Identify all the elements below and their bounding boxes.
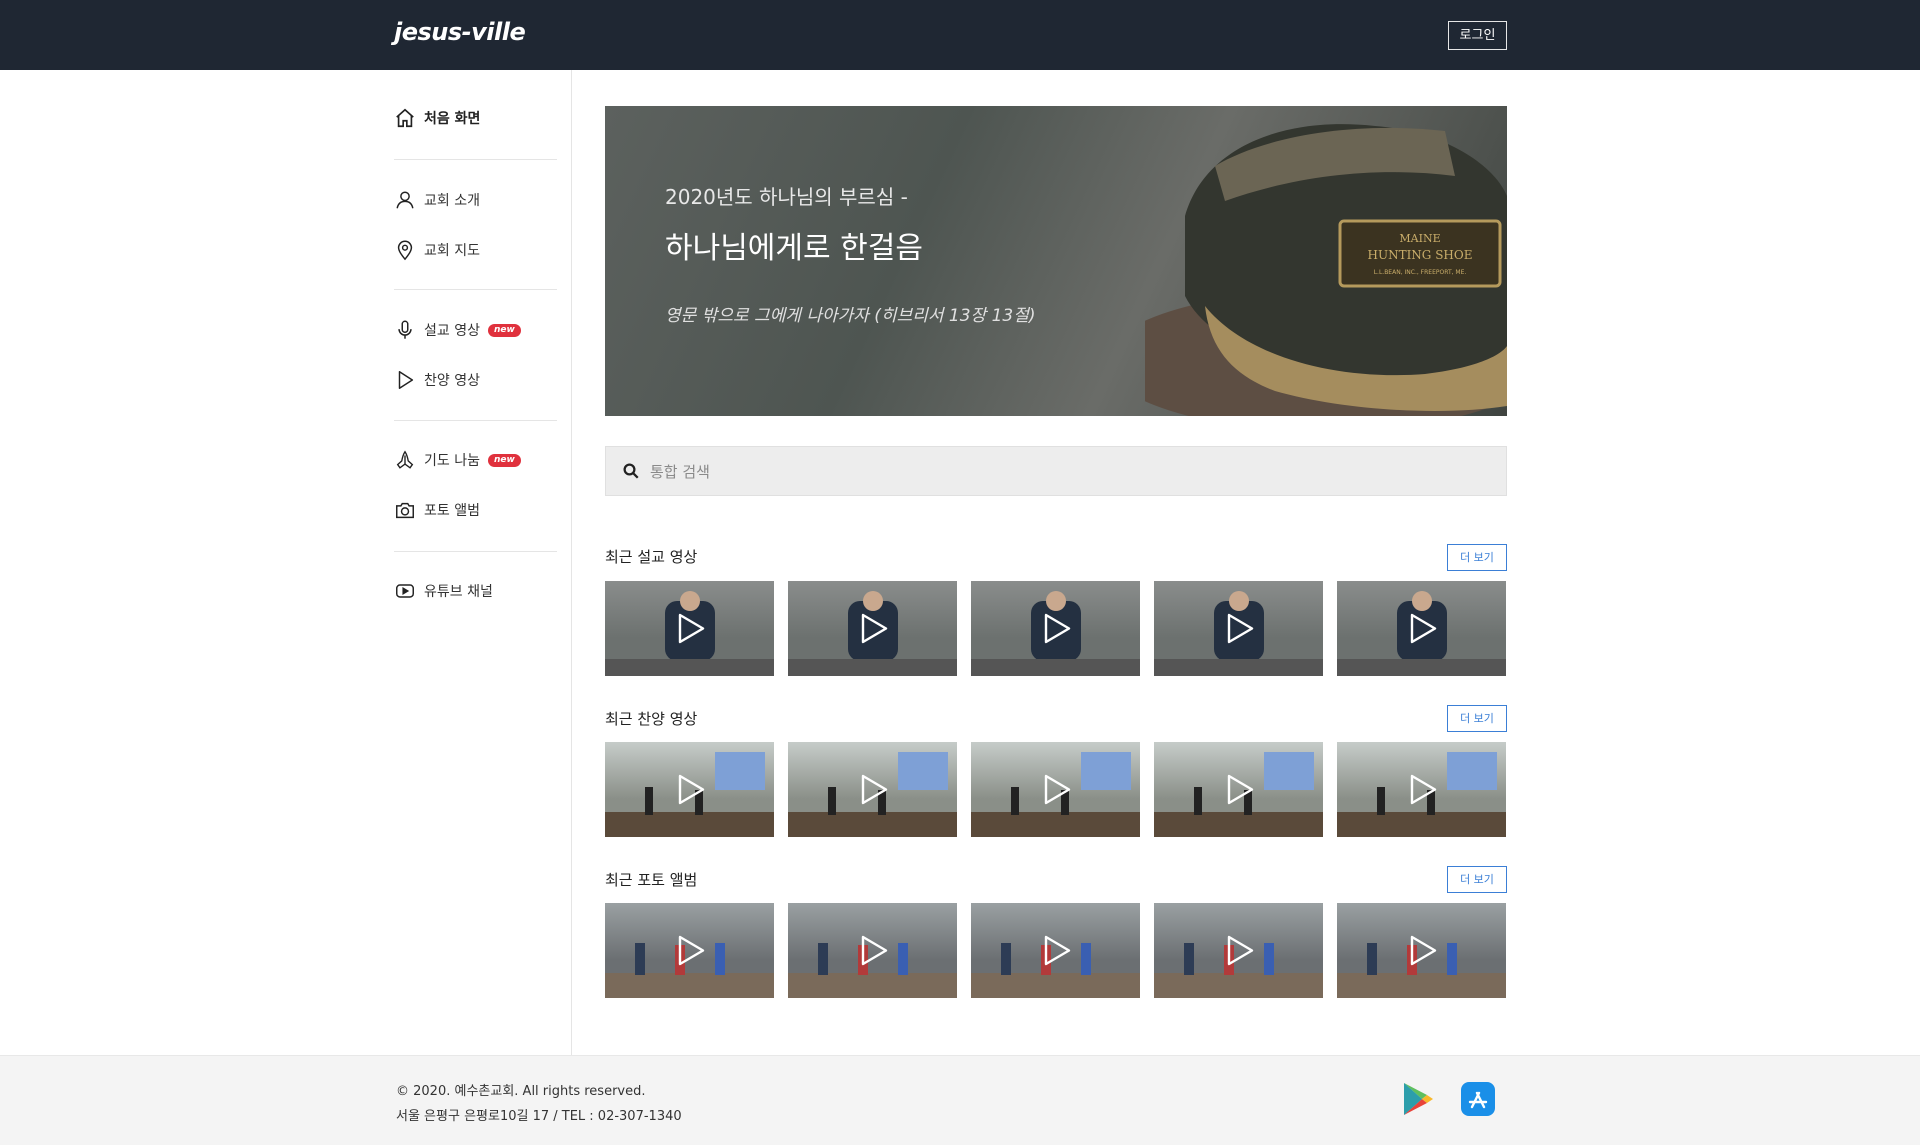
section-title-praise: 최근 찬양 영상	[605, 710, 698, 728]
sidebar-divider	[394, 551, 557, 552]
more-button-photo[interactable]: 더 보기	[1447, 866, 1507, 893]
sidebar-item-label: 교회 소개	[424, 193, 480, 209]
play-icon	[1337, 591, 1506, 676]
search-placeholder: 통합 검색	[650, 462, 710, 481]
sidebar-item-label: 교회 지도	[424, 243, 480, 259]
sidebar: 처음 화면 교회 소개 교회 지도 설교 영상 new 찬양 영상 기도 나눔 …	[394, 70, 572, 1055]
sidebar-item-label: 설교 영상	[424, 323, 480, 339]
play-icon	[788, 591, 957, 676]
home-icon	[394, 107, 416, 129]
play-icon	[788, 935, 957, 998]
more-button-sermon[interactable]: 더 보기	[1447, 544, 1507, 571]
photo-thumbnail[interactable]	[605, 903, 774, 998]
login-button[interactable]: 로그인	[1448, 21, 1507, 50]
play-icon	[1337, 935, 1506, 998]
sermon-thumbnail[interactable]	[971, 581, 1140, 676]
sidebar-item-label: 유튜브 채널	[424, 584, 493, 600]
shoe-label-line1: MAINE	[1399, 232, 1440, 245]
search-input[interactable]: 통합 검색	[605, 446, 1507, 496]
sidebar-divider	[394, 420, 557, 421]
hero-banner[interactable]: MAINE HUNTING SHOE L.L.BEAN, INC., FREEP…	[605, 106, 1507, 416]
app-store-icon[interactable]	[1460, 1081, 1496, 1117]
footer: © 2020. 예수촌교회. All rights reserved. 서울 은…	[0, 1055, 1920, 1145]
microphone-icon	[394, 319, 416, 341]
sidebar-item-praise[interactable]: 찬양 영상	[394, 368, 480, 392]
play-icon	[971, 591, 1140, 676]
play-icon	[605, 591, 774, 676]
praying-hands-icon	[394, 449, 416, 471]
play-icon	[1154, 752, 1323, 837]
more-button-praise[interactable]: 더 보기	[1447, 705, 1507, 732]
section-title-sermon: 최근 설교 영상	[605, 548, 698, 566]
sidebar-divider	[394, 159, 557, 160]
praise-thumbnail[interactable]	[1154, 742, 1323, 837]
hero-verse: 영문 밖으로 그에게 나아가자 (히브리서 13장 13절)	[665, 306, 1036, 326]
sidebar-item-label: 포토 앨범	[424, 503, 480, 519]
photo-thumbnail[interactable]	[971, 903, 1140, 998]
sidebar-item-label: 처음 화면	[424, 111, 481, 127]
shoe-label-line3: L.L.BEAN, INC., FREEPORT, ME.	[1374, 269, 1467, 276]
shoe-label-line2: HUNTING SHOE	[1367, 248, 1472, 262]
youtube-icon	[394, 580, 416, 602]
site-logo[interactable]: jesus-ville	[394, 18, 526, 46]
sidebar-item-about[interactable]: 교회 소개	[394, 188, 480, 212]
praise-thumbnail[interactable]	[605, 742, 774, 837]
sidebar-item-label: 기도 나눔	[424, 453, 480, 469]
map-pin-icon	[394, 239, 416, 261]
play-icon	[605, 935, 774, 998]
sermon-thumbnail[interactable]	[1337, 581, 1506, 676]
sidebar-item-prayer[interactable]: 기도 나눔 new	[394, 448, 521, 472]
sidebar-item-photo[interactable]: 포토 앨범	[394, 498, 480, 522]
play-icon	[605, 752, 774, 837]
section-title-photo: 최근 포토 앨범	[605, 871, 698, 889]
footer-copyright: © 2020. 예수촌교회. All rights reserved.	[396, 1084, 646, 1099]
play-icon	[394, 369, 416, 391]
hero-subtitle: 2020년도 하나님의 부르심 -	[665, 185, 908, 209]
new-badge: new	[487, 453, 521, 467]
photo-thumbnail[interactable]	[1337, 903, 1506, 998]
sermon-thumbnail[interactable]	[1154, 581, 1323, 676]
person-icon	[394, 189, 416, 211]
photo-thumbnail[interactable]	[788, 903, 957, 998]
google-play-icon[interactable]	[1400, 1081, 1436, 1117]
new-badge: new	[487, 323, 521, 337]
top-navbar: jesus-ville 로그인	[0, 0, 1920, 70]
play-icon	[788, 752, 957, 837]
sidebar-item-youtube[interactable]: 유튜브 채널	[394, 579, 493, 603]
praise-thumbnail[interactable]	[788, 742, 957, 837]
praise-thumbnail[interactable]	[1337, 742, 1506, 837]
sidebar-item-label: 찬양 영상	[424, 373, 480, 389]
play-icon	[1154, 935, 1323, 998]
shoe-image: MAINE HUNTING SHOE L.L.BEAN, INC., FREEP…	[1145, 124, 1507, 416]
sidebar-divider	[394, 289, 557, 290]
play-icon	[1154, 591, 1323, 676]
hero-title: 하나님에게로 한걸음	[665, 231, 923, 266]
sermon-thumbnail[interactable]	[788, 581, 957, 676]
footer-address: 서울 은평구 은평로10길 17 / TEL : 02-307-1340	[396, 1109, 682, 1124]
camera-icon	[394, 499, 416, 521]
play-icon	[1337, 752, 1506, 837]
play-icon	[971, 935, 1140, 998]
photo-thumbnail[interactable]	[1154, 903, 1323, 998]
sidebar-item-sermon[interactable]: 설교 영상 new	[394, 318, 521, 342]
play-icon	[971, 752, 1140, 837]
sermon-thumbnail[interactable]	[605, 581, 774, 676]
praise-thumbnail[interactable]	[971, 742, 1140, 837]
search-icon	[623, 463, 639, 479]
sidebar-item-map[interactable]: 교회 지도	[394, 238, 480, 262]
sidebar-item-home[interactable]: 처음 화면	[394, 106, 480, 130]
